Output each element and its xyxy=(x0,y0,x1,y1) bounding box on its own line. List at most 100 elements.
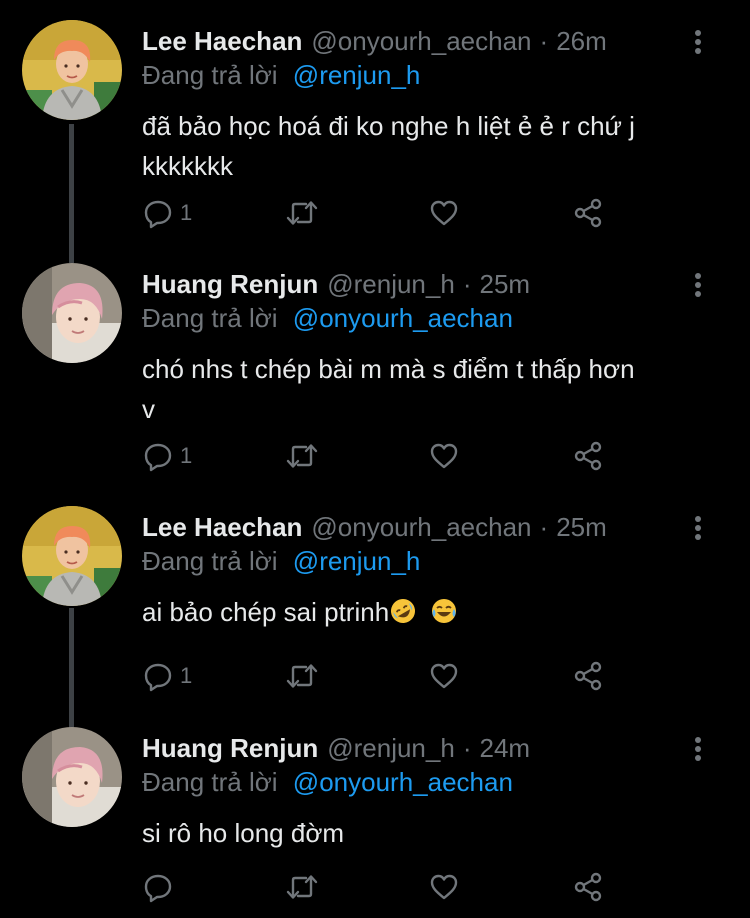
replying-to-handle[interactable]: @renjun_h xyxy=(293,60,421,90)
reply-button[interactable]: 1 xyxy=(142,436,192,476)
more-options-button[interactable] xyxy=(686,271,710,299)
display-name[interactable]: Huang Renjun xyxy=(142,733,318,764)
user-handle[interactable]: @onyourh_aechan xyxy=(311,512,531,543)
reply-icon xyxy=(142,440,174,472)
avatar[interactable] xyxy=(22,506,122,606)
replying-to-label: Đang trả lời xyxy=(142,546,278,576)
reply-icon xyxy=(142,871,174,903)
user-handle[interactable]: @renjun_h xyxy=(327,269,455,300)
tears-of-joy-emoji xyxy=(430,596,458,636)
retweet-button[interactable] xyxy=(284,656,320,696)
timestamp[interactable]: 25m xyxy=(556,512,607,543)
replying-to-handle[interactable]: @onyourh_aechan xyxy=(293,303,513,333)
reply-button[interactable] xyxy=(142,867,180,907)
tweet-header: Lee Haechan @onyourh_aechan · 25m xyxy=(142,511,607,543)
avatar-haechan xyxy=(22,506,122,606)
avatar-renjun xyxy=(22,727,122,827)
replying-to: Đang trả lời @onyourh_aechan xyxy=(142,303,513,334)
more-vertical-icon xyxy=(686,271,710,299)
retweet-icon xyxy=(284,660,320,692)
retweet-button[interactable] xyxy=(284,436,320,476)
tweet[interactable]: Huang Renjun @renjun_h · 25m Đang trả lờ… xyxy=(0,243,750,486)
share-icon xyxy=(572,440,604,472)
heart-icon xyxy=(428,440,460,472)
reply-icon xyxy=(142,660,174,692)
more-vertical-icon xyxy=(686,514,710,542)
like-button[interactable] xyxy=(428,436,460,476)
replying-to: Đang trả lời @renjun_h xyxy=(142,546,420,577)
like-button[interactable] xyxy=(428,656,460,696)
reply-button[interactable]: 1 xyxy=(142,193,192,233)
tweet-header: Huang Renjun @renjun_h · 24m xyxy=(142,732,530,764)
reply-count: 1 xyxy=(180,663,193,688)
share-icon xyxy=(572,871,604,903)
tweet-actions: 1 xyxy=(142,436,622,476)
share-icon xyxy=(572,660,604,692)
tweet-text-line: ai bảo chép sai ptrinh xyxy=(142,597,390,627)
tweet-header: Lee Haechan @onyourh_aechan · 26m xyxy=(142,25,607,57)
retweet-icon xyxy=(284,197,320,229)
tweet[interactable]: Lee Haechan @onyourh_aechan · 25m Đang t… xyxy=(0,486,750,707)
retweet-icon xyxy=(284,871,320,903)
display-name[interactable]: Huang Renjun xyxy=(142,269,318,300)
replying-to-label: Đang trả lời xyxy=(142,767,278,797)
retweet-button[interactable] xyxy=(284,193,320,233)
share-button[interactable] xyxy=(572,867,604,907)
tweet-text-line: kkkkkkk xyxy=(142,151,233,181)
reply-button[interactable]: 1 xyxy=(142,656,192,696)
user-handle[interactable]: @onyourh_aechan xyxy=(311,26,531,57)
timestamp[interactable]: 24m xyxy=(479,733,530,764)
like-button[interactable] xyxy=(428,193,460,233)
tweet-text: đã bảo học hoá đi ko nghe h liệt ẻ ẻ r c… xyxy=(142,106,722,186)
reply-count: 1 xyxy=(180,443,193,468)
avatar[interactable] xyxy=(22,263,122,363)
timestamp[interactable]: 25m xyxy=(479,269,530,300)
separator-dot: · xyxy=(539,25,549,56)
avatar-renjun xyxy=(22,263,122,363)
tweet-text: ai bảo chép sai ptrinh xyxy=(142,592,722,636)
tweet-text-line: chó nhs t chép bài m mà s điểm t thấp hơ… xyxy=(142,354,635,384)
tweet-text-line: v xyxy=(142,394,155,424)
more-vertical-icon xyxy=(686,28,710,56)
avatar[interactable] xyxy=(22,727,122,827)
tweet-text: chó nhs t chép bài m mà s điểm t thấp hơ… xyxy=(142,349,722,429)
share-button[interactable] xyxy=(572,436,604,476)
tweet-text-line: đã bảo học hoá đi ko nghe h liệt ẻ ẻ r c… xyxy=(142,111,635,141)
tweet-actions: 1 xyxy=(142,656,622,696)
heart-icon xyxy=(428,660,460,692)
replying-to-handle[interactable]: @renjun_h xyxy=(293,546,421,576)
tweet[interactable]: Lee Haechan @onyourh_aechan · 26m Đang t… xyxy=(0,0,750,243)
share-button[interactable] xyxy=(572,656,604,696)
replying-to-label: Đang trả lời xyxy=(142,60,278,90)
more-options-button[interactable] xyxy=(686,28,710,56)
tweet-text-line: si rô ho long đờm xyxy=(142,818,345,848)
like-button[interactable] xyxy=(428,867,460,907)
tweet-text: si rô ho long đờm xyxy=(142,813,722,853)
separator-dot: · xyxy=(539,511,549,542)
display-name[interactable]: Lee Haechan xyxy=(142,512,302,543)
replying-to-label: Đang trả lời xyxy=(142,303,278,333)
retweet-icon xyxy=(284,440,320,472)
heart-icon xyxy=(428,871,460,903)
separator-dot: · xyxy=(462,268,472,299)
retweet-button[interactable] xyxy=(284,867,320,907)
more-vertical-icon xyxy=(686,735,710,763)
share-button[interactable] xyxy=(572,193,604,233)
heart-icon xyxy=(428,197,460,229)
replying-to: Đang trả lời @onyourh_aechan xyxy=(142,767,513,798)
separator-dot: · xyxy=(462,732,472,763)
timestamp[interactable]: 26m xyxy=(556,26,607,57)
replying-to-handle[interactable]: @onyourh_aechan xyxy=(293,767,513,797)
conversation-thread: Lee Haechan @onyourh_aechan · 26m Đang t… xyxy=(0,0,750,918)
avatar-haechan xyxy=(22,20,122,120)
replying-to: Đang trả lời @renjun_h xyxy=(142,60,420,91)
avatar[interactable] xyxy=(22,20,122,120)
reply-count: 1 xyxy=(180,200,193,225)
rolling-on-floor-laughing-emoji xyxy=(389,596,417,636)
user-handle[interactable]: @renjun_h xyxy=(327,733,455,764)
tweet-actions: 1 xyxy=(142,193,622,233)
more-options-button[interactable] xyxy=(686,735,710,763)
more-options-button[interactable] xyxy=(686,514,710,542)
display-name[interactable]: Lee Haechan xyxy=(142,26,302,57)
tweet[interactable]: Huang Renjun @renjun_h · 24m Đang trả lờ… xyxy=(0,707,750,918)
